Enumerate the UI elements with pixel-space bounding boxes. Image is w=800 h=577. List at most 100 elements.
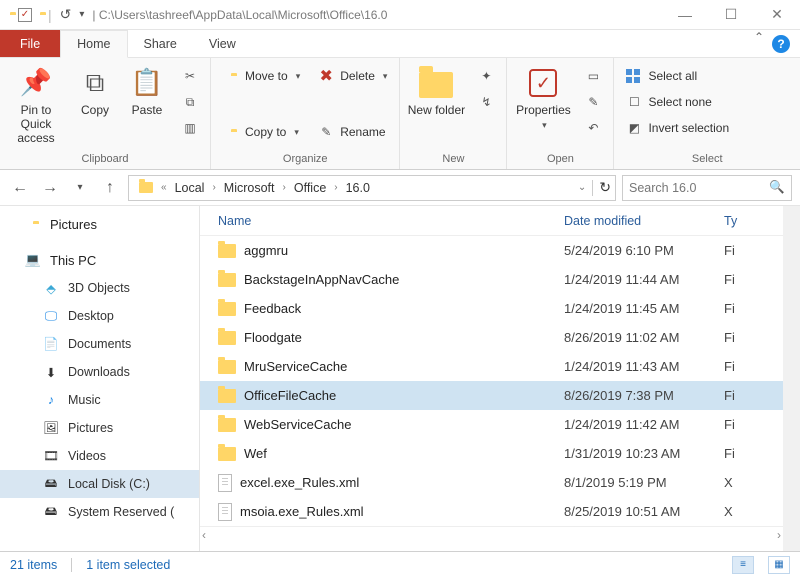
tab-view[interactable]: View (193, 30, 252, 57)
sidebar-item-pictures[interactable]: 🖼Pictures (0, 414, 199, 442)
large-icons-view-button[interactable]: ▦ (768, 556, 790, 574)
file-type: X (724, 475, 783, 490)
copy-path-button[interactable]: ⧉ (176, 90, 204, 114)
chevron-down-icon[interactable]: ⌄ (578, 182, 586, 193)
file-type: Fi (724, 330, 783, 345)
table-row[interactable]: MruServiceCache1/24/2019 11:43 AMFi (200, 352, 783, 381)
folder-icon (218, 389, 236, 403)
close-button[interactable]: ✕ (754, 0, 800, 30)
sidebar-item-music[interactable]: ♪Music (0, 386, 199, 414)
copy-to-button[interactable]: Copy to▾ (217, 120, 306, 144)
paste-button[interactable]: 📋 Paste (124, 62, 170, 118)
open-button[interactable]: ▭ (579, 64, 607, 88)
select-all-button[interactable]: Select all (620, 64, 735, 88)
table-row[interactable]: msoia.exe_Rules.xml8/25/2019 10:51 AMX (200, 497, 783, 526)
invert-selection-button[interactable]: ◩Invert selection (620, 116, 735, 140)
crumb-seg[interactable]: Office (288, 181, 332, 195)
table-row[interactable]: BackstageInAppNavCache1/24/2019 11:44 AM… (200, 265, 783, 294)
horizontal-scrollbar[interactable]: ‹› (200, 526, 783, 542)
sidebar-item-pictures[interactable]: Pictures (0, 210, 199, 238)
sidebar-item-downloads[interactable]: ⬇Downloads (0, 358, 199, 386)
sidebar-item-videos[interactable]: 🎞Videos (0, 442, 199, 470)
crumb-seg[interactable]: 16.0 (340, 181, 376, 195)
column-headers[interactable]: Name Date modified Ty (200, 206, 783, 236)
col-date[interactable]: Date modified (564, 214, 724, 228)
col-name[interactable]: Name (218, 214, 564, 228)
file-type: Fi (724, 417, 783, 432)
open-icon: ▭ (585, 69, 601, 83)
sidebar-item-3d-objects[interactable]: ⬘3D Objects (0, 274, 199, 302)
select-none-button[interactable]: ☐Select none (620, 90, 735, 114)
table-row[interactable]: Floodgate8/26/2019 11:02 AMFi (200, 323, 783, 352)
file-date: 1/24/2019 11:42 AM (564, 417, 724, 432)
chevron-icon[interactable]: « (161, 182, 167, 193)
table-row[interactable]: WebServiceCache1/24/2019 11:42 AMFi (200, 410, 783, 439)
table-row[interactable]: aggmru5/24/2019 6:10 PMFi (200, 236, 783, 265)
chevron-icon[interactable]: › (283, 182, 286, 193)
sidebar-item-this-pc[interactable]: 💻This PC (0, 246, 199, 274)
minimize-button[interactable]: — (662, 0, 708, 30)
file-type: Fi (724, 388, 783, 403)
path-icon: ⧉ (182, 95, 198, 110)
sidebar-item-documents[interactable]: 📄Documents (0, 330, 199, 358)
table-row[interactable]: OfficeFileCache8/26/2019 7:38 PMFi (200, 381, 783, 410)
properties-button[interactable]: ✓ Properties ▾ (513, 62, 573, 132)
easy-access-button[interactable]: ↯ (472, 90, 500, 114)
scroll-right-icon[interactable]: › (777, 528, 781, 542)
collapse-ribbon-icon[interactable]: ⌃ (746, 30, 772, 57)
file-name: excel.exe_Rules.xml (240, 475, 359, 490)
undo-icon[interactable]: ↺ (60, 6, 72, 23)
table-row[interactable]: Feedback1/24/2019 11:45 AMFi (200, 294, 783, 323)
tab-file[interactable]: File (0, 30, 60, 57)
table-row[interactable]: excel.exe_Rules.xml8/1/2019 5:19 PMX (200, 468, 783, 497)
tab-home[interactable]: Home (60, 30, 127, 58)
chevron-icon[interactable]: › (334, 182, 337, 193)
delete-button[interactable]: ✖Delete▾ (312, 64, 393, 88)
maximize-button[interactable]: ☐ (708, 0, 754, 30)
search-icon[interactable]: 🔍 (769, 180, 785, 195)
recent-dropdown[interactable]: ▾ (68, 176, 92, 200)
qat-checkbox-icon[interactable]: ✓ (18, 8, 32, 22)
sidebar-item-system-reserved[interactable]: 🖴System Reserved ( (0, 498, 199, 526)
rename-button[interactable]: ✎Rename (312, 120, 393, 144)
forward-button[interactable]: → (38, 176, 62, 200)
chevron-icon[interactable]: › (212, 182, 215, 193)
table-row[interactable]: Wef1/31/2019 10:23 AMFi (200, 439, 783, 468)
col-type[interactable]: Ty (724, 214, 783, 228)
pc-icon: 💻 (24, 252, 42, 268)
move-to-button[interactable]: Move to▾ (217, 64, 306, 88)
up-button[interactable]: ↑ (98, 176, 122, 200)
cube-icon: ⬘ (42, 281, 60, 296)
history-button[interactable]: ↶ (579, 116, 607, 140)
details-view-button[interactable]: ≡ (732, 556, 754, 574)
new-folder-button[interactable]: New folder (406, 62, 466, 118)
sidebar-item-local-disk[interactable]: 🖴Local Disk (C:) (0, 470, 199, 498)
edit-button[interactable]: ✎ (579, 90, 607, 114)
file-list: Name Date modified Ty aggmru5/24/2019 6:… (200, 206, 783, 551)
breadcrumb[interactable]: « Local› Microsoft› Office› 16.0 ⌄ ↻ (128, 175, 616, 201)
paste-shortcut-button[interactable]: ▥ (176, 116, 204, 140)
pin-to-quick-access-button[interactable]: 📌 Pin to Quick access (6, 62, 66, 145)
tab-share[interactable]: Share (128, 30, 193, 57)
new-item-button[interactable]: ✦ (472, 64, 500, 88)
folder-icon (218, 331, 236, 345)
back-button[interactable]: ← (8, 176, 32, 200)
refresh-icon[interactable]: ↻ (599, 179, 611, 196)
sidebar-item-desktop[interactable]: 🖵Desktop (0, 302, 199, 330)
group-label: Select (620, 151, 794, 167)
file-date: 1/31/2019 10:23 AM (564, 446, 724, 461)
search-input[interactable]: Search 16.0 🔍 (622, 175, 792, 201)
copy-button[interactable]: ⧉ Copy (72, 62, 118, 118)
scroll-left-icon[interactable]: ‹ (202, 528, 206, 542)
select-none-icon: ☐ (626, 95, 642, 109)
folder-icon (419, 66, 453, 100)
divider (71, 558, 72, 572)
crumb-seg[interactable]: Microsoft (218, 181, 281, 195)
cut-button[interactable]: ✂ (176, 64, 204, 88)
file-name: aggmru (244, 243, 288, 258)
shortcut-icon: ▥ (182, 121, 198, 135)
properties-icon: ✓ (529, 66, 557, 100)
vertical-scrollbar[interactable] (783, 206, 800, 551)
help-icon[interactable]: ? (772, 35, 790, 53)
crumb-seg[interactable]: Local (169, 181, 211, 195)
